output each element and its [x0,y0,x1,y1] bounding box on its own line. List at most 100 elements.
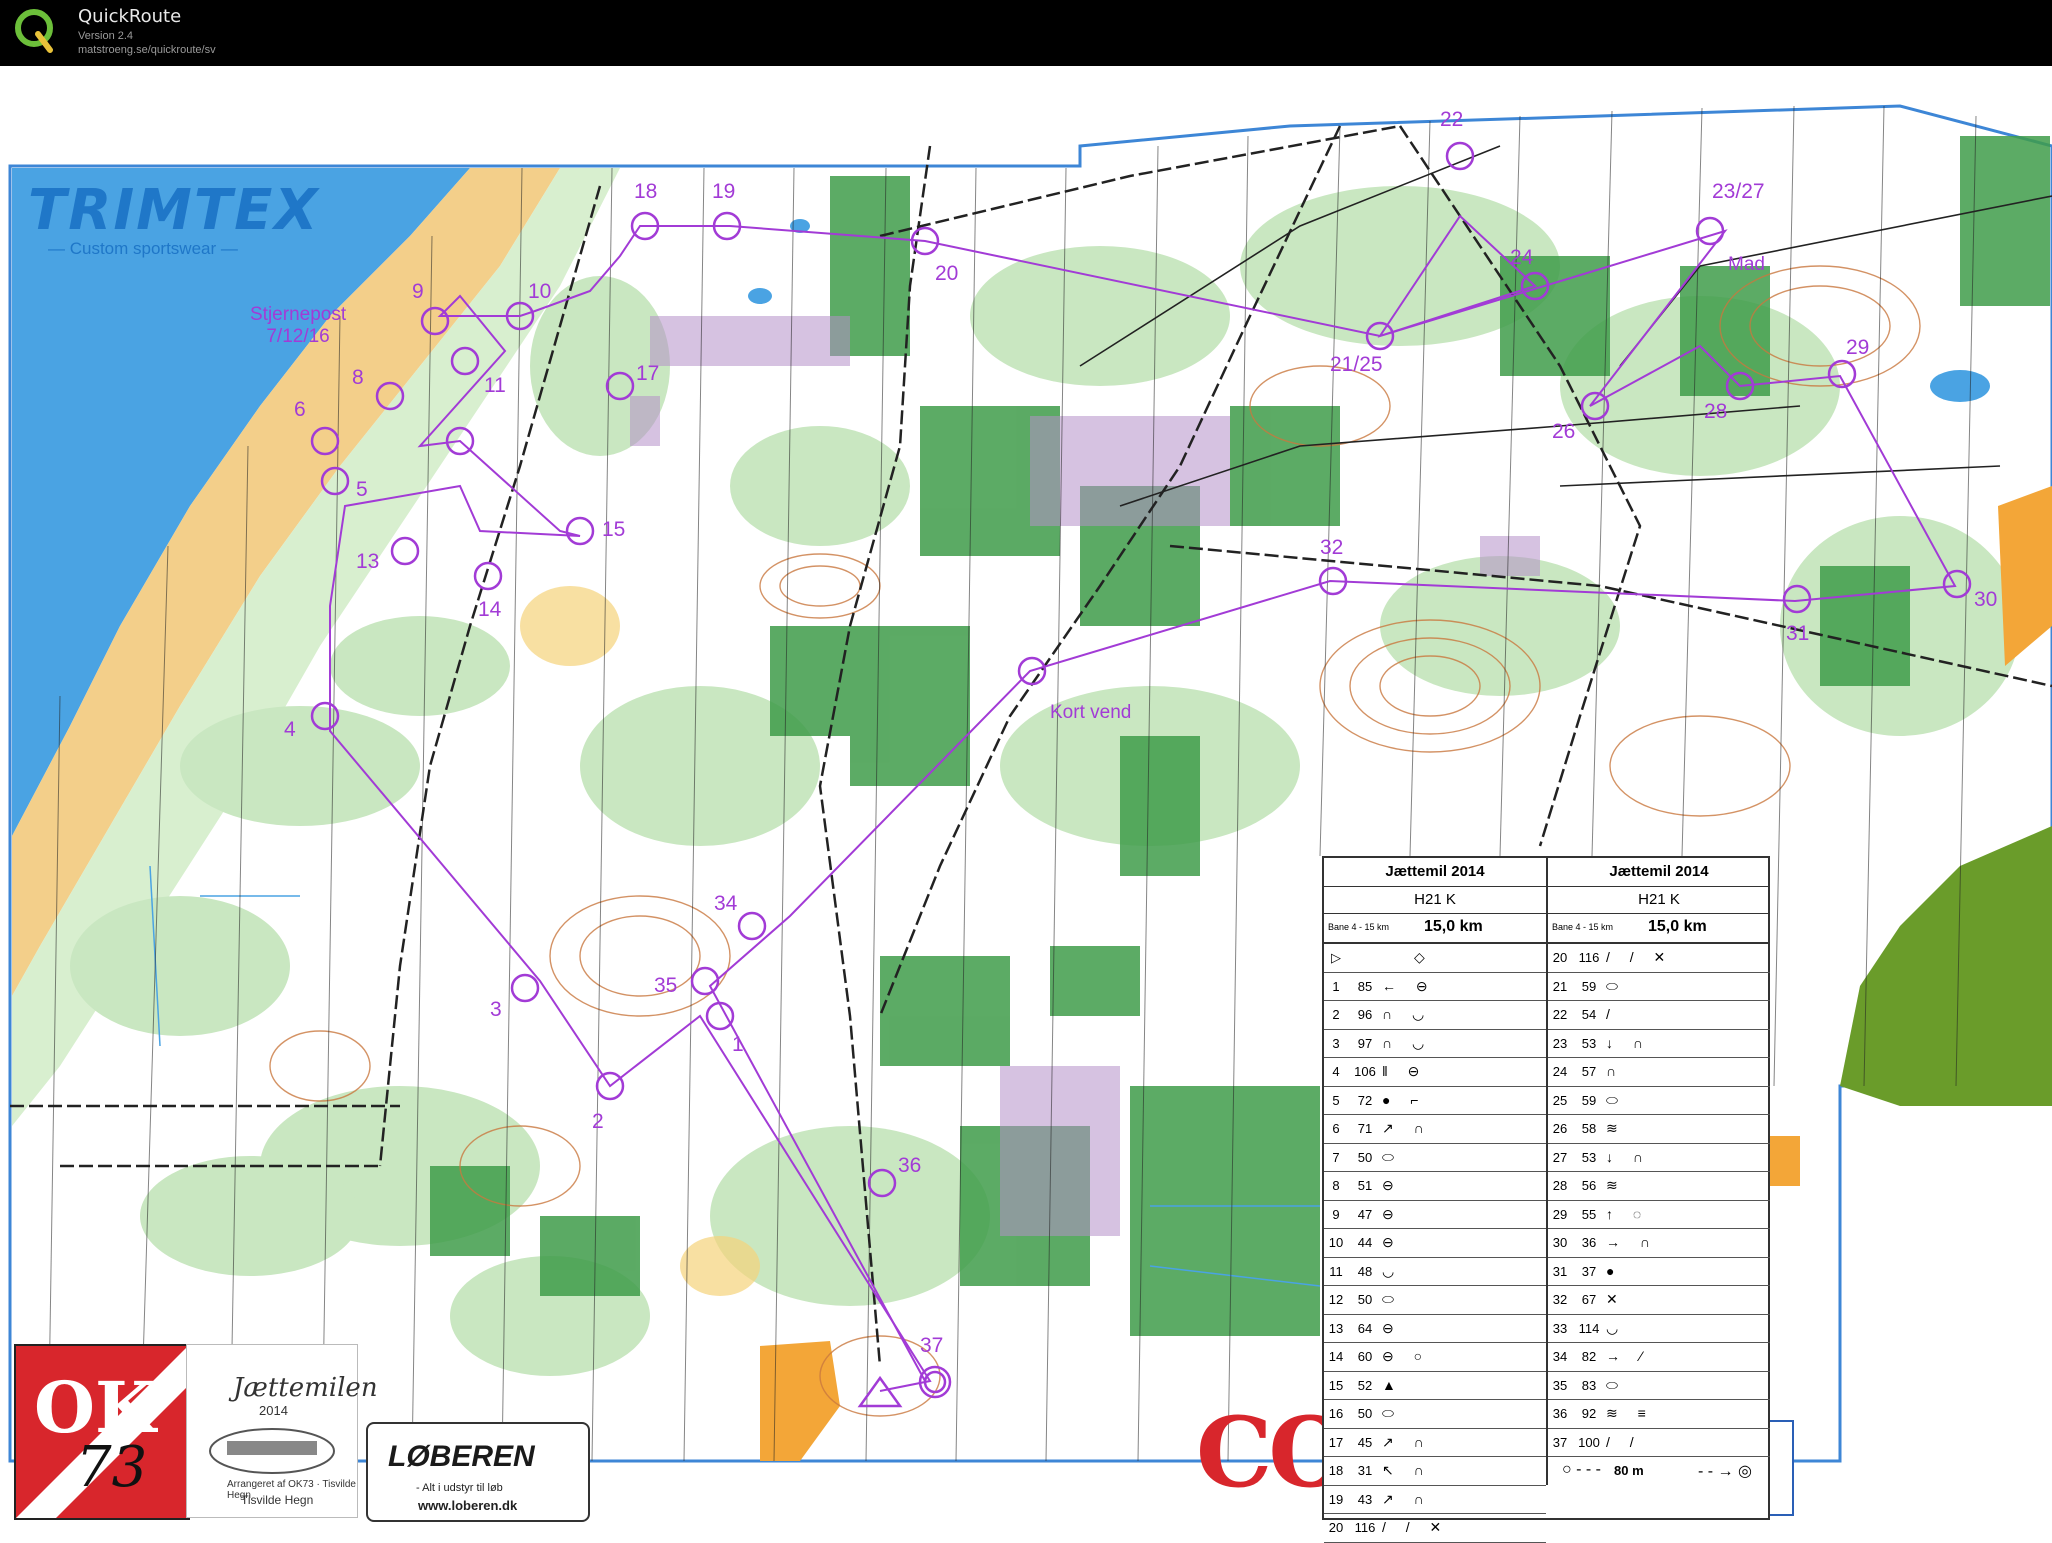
description-sym: ↓ ∩ [1606,1034,1651,1051]
description-sym: ↑ ◌ [1606,1205,1650,1222]
description-sym: ◡ [1606,1319,1627,1336]
description-code: 100 [1578,1434,1600,1450]
description-row: 35 83 ⬭ [1548,1372,1770,1400]
description-sym: ⊖ [1382,1177,1402,1193]
control-number-31: 31 [1786,622,1809,645]
ok73-emblem-icon: OK 73 [16,1346,188,1518]
control-number-35: 35 [654,974,677,997]
description-row: 12 50 ⬭ [1324,1286,1546,1315]
control-number-30: 30 [1974,588,1997,611]
description-class-right: H21 K [1548,887,1770,914]
description-row: 21 59 ⬭ [1548,973,1770,1001]
description-row: 10 44 ⊖ [1324,1229,1546,1258]
description-code: 43 [1357,1491,1373,1507]
description-sym: ∩ [1606,1063,1625,1079]
description-sym: ⬭ [1382,1405,1402,1421]
description-sym: ✕ [1606,1291,1626,1307]
description-row: 22 54 / [1548,1001,1770,1030]
control-number-24: 24 [1510,246,1534,269]
description-num: 26 [1552,1121,1568,1136]
loberen-url: www.loberen.dk [418,1498,518,1513]
description-num: 24 [1552,1064,1568,1079]
description-sym: ∩ ◡ [1382,1006,1433,1022]
description-start-row: ▷ ◇ [1324,944,1546,973]
description-row: 2 96 ∩ ◡ [1324,1001,1546,1030]
description-sym: ▲ [1382,1376,1404,1393]
description-num: 30 [1552,1235,1568,1250]
description-sym: ↗ ∩ [1382,1433,1432,1450]
control-number-2: 2 [592,1110,604,1133]
orienteering-map[interactable]: 1 2 3 4 5 6 8 9 10 11 13 14 15 17 18 19 … [0,66,2052,1543]
mad-label: Mad [1728,254,1765,275]
description-code: 72 [1357,1092,1373,1108]
description-sym: ⬭ [1606,977,1626,994]
description-row: 32 67 ✕ [1548,1286,1770,1315]
description-sym: ⊖ [1382,1319,1402,1336]
description-row: 14 60 ⊖ ○ [1324,1343,1546,1372]
description-row: 15 52 ▲ [1324,1372,1546,1400]
control-number-5: 5 [356,478,368,501]
description-code: 59 [1581,978,1597,994]
description-sym: ‖ ⊖ [1382,1063,1428,1079]
loberen-tagline: - Alt i udstyr til løb [416,1482,503,1494]
description-course-row-right: Bane 4 - 15 km 15,0 km [1548,914,1770,944]
control-number-11: 11 [484,374,506,397]
description-num: 35 [1552,1377,1568,1393]
description-length-right: 15,0 km [1648,918,1707,935]
star-post-label: Stjernepost 7/12/16 [250,304,346,348]
control-number-6: 6 [294,398,306,421]
description-num: 12 [1328,1292,1344,1307]
control-number-17: 17 [636,362,659,385]
title-bar: QuickRoute Version 2.4 matstroeng.se/qui… [0,0,2052,66]
description-sym: ↓ ∩ [1606,1148,1651,1165]
description-code: 37 [1581,1263,1597,1279]
control-number-29: 29 [1846,336,1869,359]
start-triangle-icon: ▷ [1331,950,1341,965]
description-row: 11 48 ◡ [1324,1258,1546,1286]
finish-start-circle-icon: ○ ‐ ‐ ‐ [1562,1461,1601,1478]
description-row: 18 31 ↖ ∩ [1324,1457,1546,1486]
description-num: 32 [1552,1292,1568,1307]
description-row: 36 92 ≋ ≡ [1548,1400,1770,1429]
quickroute-logo-icon [15,9,53,53]
description-row: 34 82 → ⁄ [1548,1343,1770,1372]
description-row: 37 100 / / [1548,1429,1770,1457]
description-code: 48 [1357,1263,1373,1279]
description-title: Jættemil 2014 [1324,858,1546,887]
description-finish-row: 80 m ○ ‐ ‐ ‐ ‐ ‐ → ◎ [1548,1457,1770,1485]
description-num: 21 [1552,978,1568,994]
description-num: 15 [1328,1377,1344,1393]
control-number-19: 19 [712,180,735,203]
loberen-name: LØBEREN [388,1440,535,1473]
description-sym: / [1606,1006,1618,1022]
description-sym: ⬭ [1382,1148,1402,1165]
control-number-8: 8 [352,366,364,389]
description-row: 29 55 ↑ ◌ [1548,1201,1770,1229]
control-number-14: 14 [478,598,502,621]
description-sym: ⬭ [1606,1376,1626,1393]
description-sym: ↖ ∩ [1382,1462,1432,1478]
description-sym: ← ⊖ [1382,977,1436,994]
control-number-21-25: 21/25 [1330,353,1383,376]
description-sym: → ⁄ [1606,1348,1651,1364]
description-num: 13 [1328,1320,1344,1336]
description-sym: ⊖ [1382,1205,1402,1222]
description-code: 50 [1357,1149,1373,1165]
control-number-22: 22 [1440,108,1463,131]
jaettemilen-place: Tisvilde Hegn [241,1493,314,1507]
description-num: 25 [1552,1092,1568,1108]
description-code: 53 [1581,1149,1597,1165]
description-num: 1 [1332,978,1340,994]
control-number-18: 18 [634,180,657,203]
control-number-36: 36 [898,1154,921,1177]
description-row: 16 50 ⬭ [1324,1400,1546,1429]
description-code: 67 [1581,1292,1597,1307]
description-sym: → ∩ [1606,1234,1658,1250]
description-row: 5 72 ● ⌐ [1324,1087,1546,1115]
star-post-line2: 7/12/16 [266,326,330,347]
description-num: 20 [1328,1520,1344,1535]
description-row: 20 116 / / ✕ [1548,944,1770,973]
description-num: 16 [1328,1406,1344,1421]
description-row: 23 53 ↓ ∩ [1548,1030,1770,1058]
description-sym: ⊖ ○ [1382,1348,1431,1364]
